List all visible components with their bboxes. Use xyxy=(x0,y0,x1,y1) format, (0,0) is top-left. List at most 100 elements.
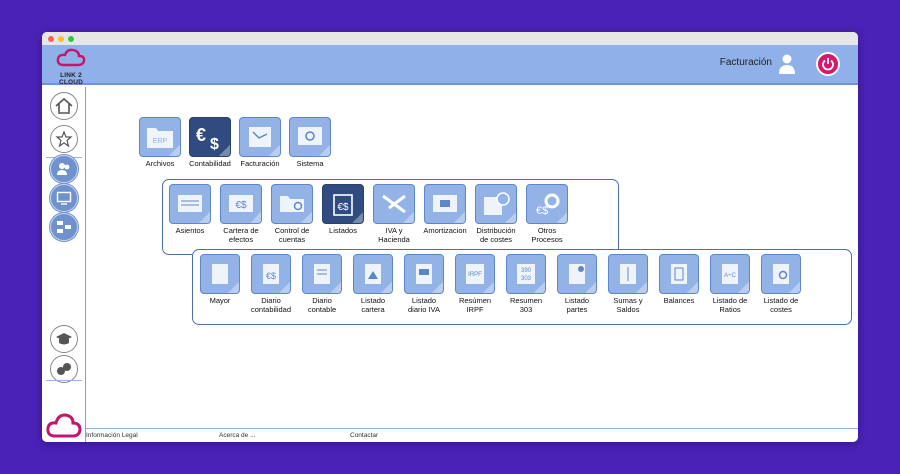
listado-label: Diario contable xyxy=(307,296,337,314)
module-label: Archivos xyxy=(145,159,175,168)
footer-contact-link[interactable]: Contactar xyxy=(350,432,378,439)
submenu-label: Listados xyxy=(329,226,357,235)
submenu-tile[interactable]: €$ xyxy=(526,184,568,224)
submenu-tile[interactable] xyxy=(475,184,517,224)
cloud-logo-icon[interactable] xyxy=(46,411,82,439)
submenu-label: Cartera de efectos xyxy=(223,226,259,244)
document-icon xyxy=(212,264,228,284)
submenu-amortizacion[interactable]: Amortizacion xyxy=(422,184,468,235)
footer-legal-link[interactable]: Información Legal xyxy=(86,432,138,439)
submenu-listados[interactable]: €$ Listados xyxy=(320,184,366,235)
listado-mayor[interactable]: Mayor xyxy=(197,254,243,305)
user-icon[interactable] xyxy=(778,53,796,75)
submenu-tile-active[interactable]: €$ xyxy=(322,184,364,224)
search-document-icon xyxy=(773,264,789,284)
submenu-iva-hacienda[interactable]: IVA y Hacienda xyxy=(371,184,417,244)
listado-tile[interactable] xyxy=(761,254,801,294)
sidebar-item-network[interactable] xyxy=(50,213,78,241)
submenu-control-cuentas[interactable]: Control de cuentas xyxy=(269,184,315,244)
listado-tile[interactable] xyxy=(557,254,597,294)
submenu-tile[interactable] xyxy=(271,184,313,224)
listado-tile[interactable] xyxy=(404,254,444,294)
maximize-window-dot[interactable] xyxy=(68,35,74,42)
listado-cartera[interactable]: Listado cartera xyxy=(350,254,396,314)
power-button[interactable] xyxy=(816,52,840,76)
listado-diario-contable[interactable]: Diario contable xyxy=(299,254,345,314)
listado-label: Mayor xyxy=(209,296,231,305)
listado-tile[interactable]: IRPF xyxy=(455,254,495,294)
svg-text:€$: €$ xyxy=(235,200,247,211)
listado-label: Resúmen IRPF xyxy=(458,296,492,314)
minimize-window-dot[interactable] xyxy=(58,35,64,42)
listado-tile[interactable]: A÷C xyxy=(710,254,750,294)
sidebar-item-home[interactable] xyxy=(50,92,78,120)
svg-text:IRPF: IRPF xyxy=(468,272,482,278)
journal-icon xyxy=(314,264,330,284)
listado-label: Listado diario IVA xyxy=(408,296,440,314)
submenu-distribucion-costes[interactable]: Distribución de costes xyxy=(473,184,519,244)
listado-tile[interactable]: 390 303 xyxy=(506,254,546,294)
listado-partes[interactable]: Listado partes xyxy=(554,254,600,314)
listado-tile[interactable] xyxy=(659,254,699,294)
contabilidad-tile[interactable]: € $ xyxy=(189,117,231,157)
listado-resumen-303[interactable]: 390 303 Resumen 303 xyxy=(503,254,549,314)
listado-balances[interactable]: Balances xyxy=(656,254,702,305)
submenu-cartera-efectos[interactable]: €$ Cartera de efectos xyxy=(218,184,264,244)
app-logo[interactable]: LINK 2 CLOUD xyxy=(48,47,94,86)
gear-money-icon: €$ xyxy=(536,193,560,217)
sidebar-item-favorites[interactable] xyxy=(50,125,78,153)
module-label: Contabilidad xyxy=(189,159,231,168)
erp-folder-icon: ERP xyxy=(147,128,173,148)
listado-costes[interactable]: Listado de costes xyxy=(758,254,804,314)
contabilidad-panel: Asientos €$ Cartera de efectos Control de… xyxy=(162,179,619,255)
submenu-tile[interactable] xyxy=(424,184,466,224)
listado-tile[interactable] xyxy=(200,254,240,294)
submenu-tile[interactable] xyxy=(169,184,211,224)
listado-sumas-saldos[interactable]: Sumas y Saldos xyxy=(605,254,651,314)
listado-label: Listado de costes xyxy=(763,296,799,314)
listado-tile[interactable] xyxy=(608,254,648,294)
portfolio-icon xyxy=(365,264,381,284)
submenu-label: IVA y Hacienda xyxy=(378,226,410,244)
sidebar-item-education[interactable] xyxy=(50,325,78,353)
listado-diario-contabilidad[interactable]: €$ Diario contabilidad xyxy=(248,254,294,314)
report-icon xyxy=(569,264,585,284)
ratios-icon: A÷C xyxy=(722,264,738,284)
submenu-asientos[interactable]: Asientos xyxy=(167,184,213,235)
footer-about-link[interactable]: Acerca de ... xyxy=(219,432,256,439)
archivos-tile[interactable]: ERP xyxy=(139,117,181,157)
title-bar xyxy=(42,32,858,45)
module-contabilidad[interactable]: € $ Contabilidad xyxy=(187,117,233,168)
euro-document-icon: €$ xyxy=(263,264,279,284)
star-icon xyxy=(55,130,73,148)
module-sistema[interactable]: Sistema xyxy=(287,117,333,168)
module-facturacion[interactable]: Facturación xyxy=(237,117,283,168)
submenu-tile[interactable] xyxy=(373,184,415,224)
svg-text:303: 303 xyxy=(521,276,532,282)
listado-resumen-irpf[interactable]: IRPF Resúmen IRPF xyxy=(452,254,498,314)
listados-panel: Mayor €$ Diario contabilidad Diario contabl… xyxy=(192,249,852,325)
graduation-cap-icon xyxy=(56,333,72,345)
module-archivos[interactable]: ERP Archivos xyxy=(137,117,183,168)
listado-tile[interactable] xyxy=(353,254,393,294)
sistema-tile[interactable] xyxy=(289,117,331,157)
listado-tile[interactable]: €$ xyxy=(251,254,291,294)
listado-diario-iva[interactable]: Listado diario IVA xyxy=(401,254,447,314)
sidebar xyxy=(42,87,86,442)
listado-label: Sumas y Saldos xyxy=(613,296,643,314)
clipboard-money-icon: €$ xyxy=(333,194,353,216)
module-label: Facturación xyxy=(240,159,280,168)
listado-label: Listado de Ratios xyxy=(712,296,748,314)
sidebar-divider-bottom xyxy=(46,380,82,381)
sidebar-item-users[interactable] xyxy=(50,155,78,183)
sidebar-item-handshake[interactable] xyxy=(50,355,78,383)
submenu-otros-procesos[interactable]: €$ Otros Procesos xyxy=(524,184,570,244)
system-monitor-icon xyxy=(298,127,322,145)
facturacion-tile[interactable] xyxy=(239,117,281,157)
listado-tile[interactable] xyxy=(302,254,342,294)
euro-dollar-icon: € $ xyxy=(196,125,219,151)
submenu-tile[interactable]: €$ xyxy=(220,184,262,224)
sidebar-item-monitor[interactable] xyxy=(50,184,78,212)
close-window-dot[interactable] xyxy=(48,35,54,42)
listado-ratios[interactable]: A÷C Listado de Ratios xyxy=(707,254,753,314)
